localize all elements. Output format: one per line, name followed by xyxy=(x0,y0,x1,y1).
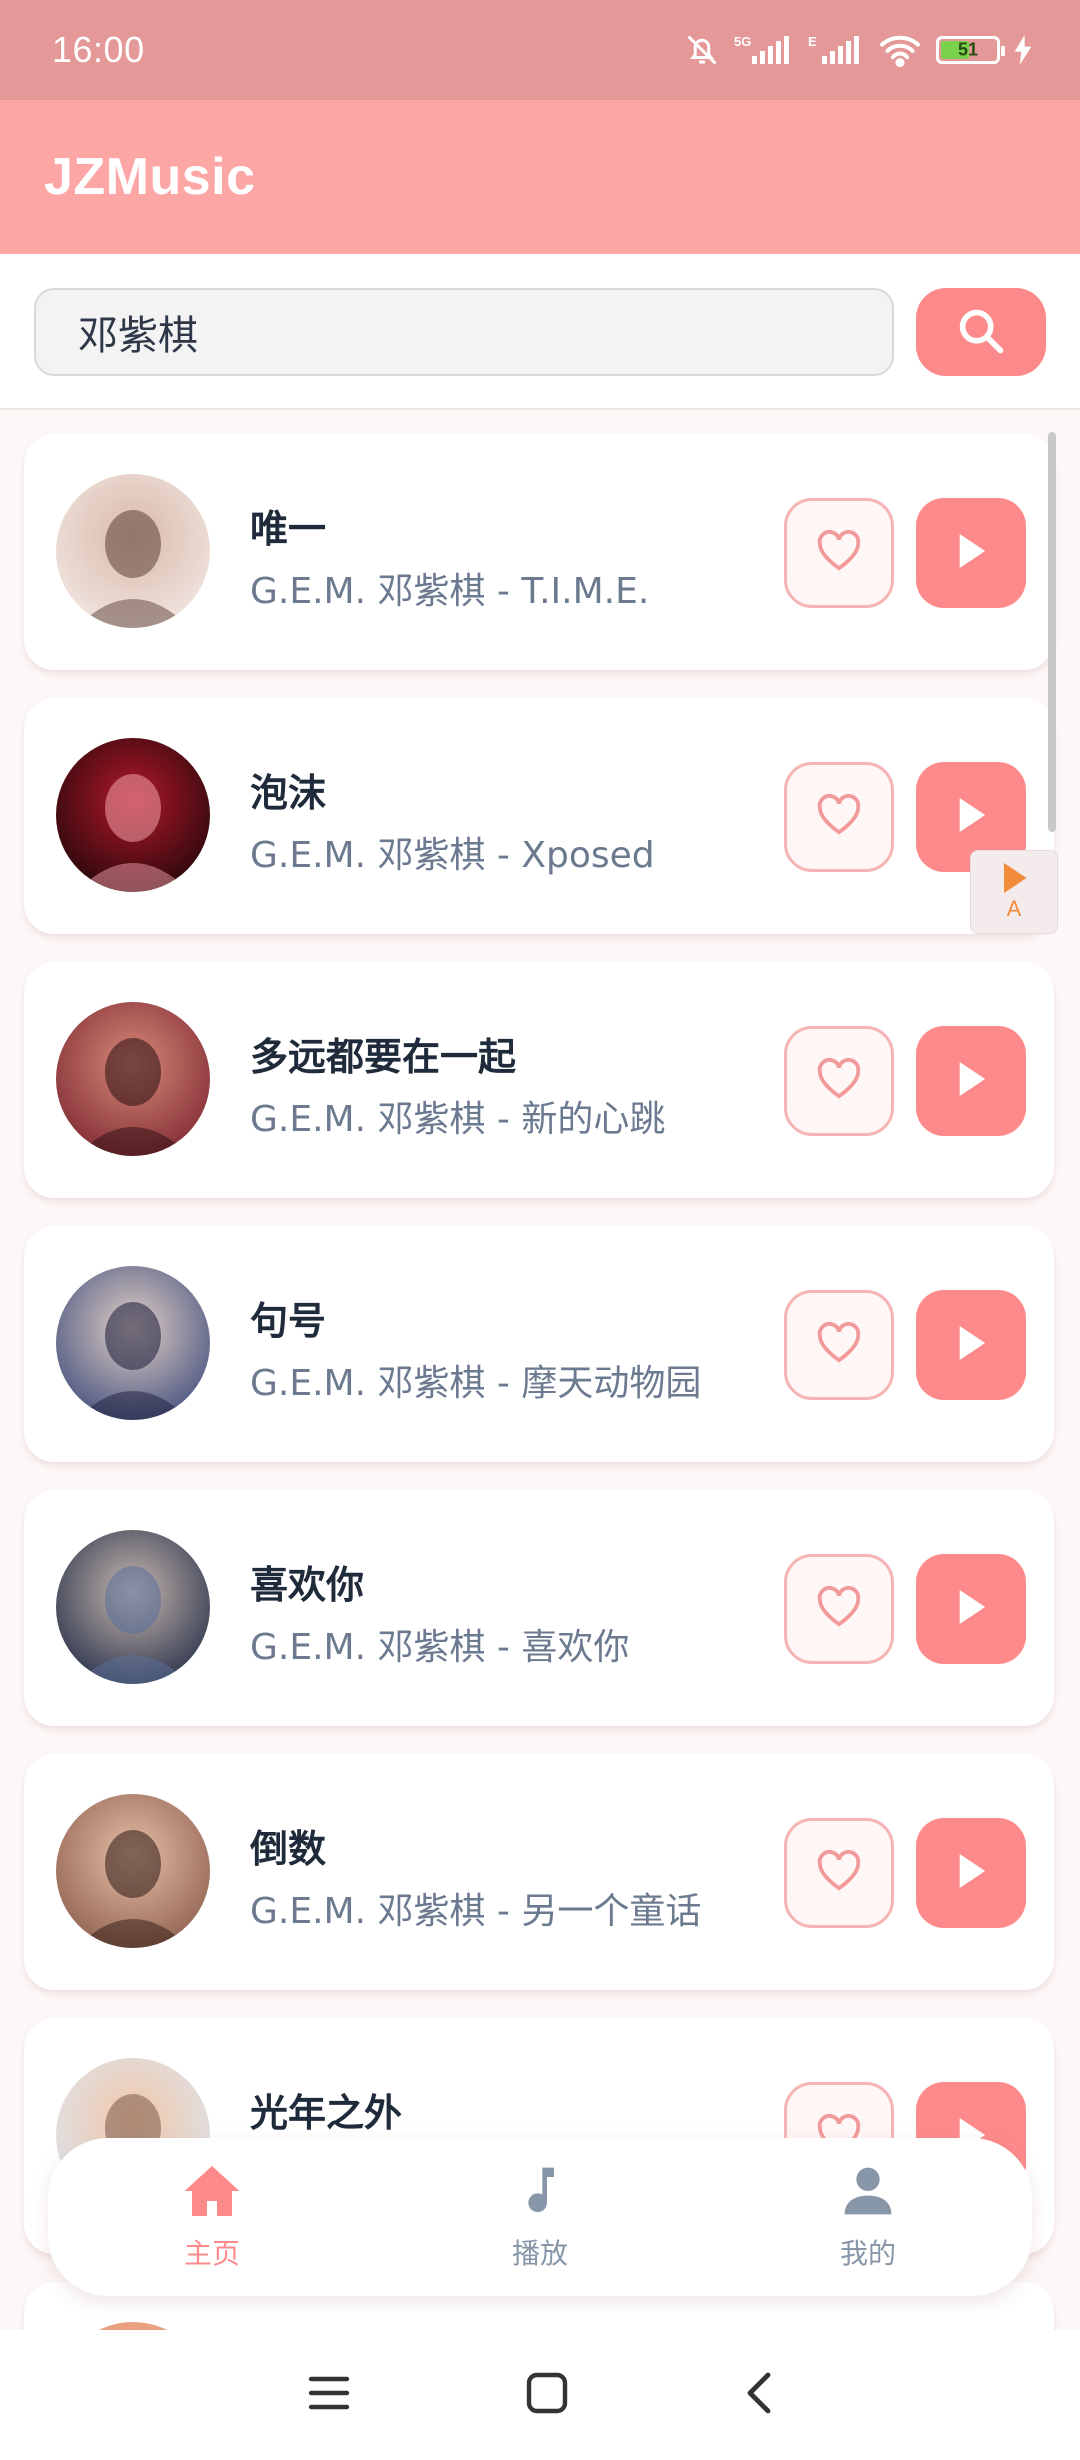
song-subtitle: G.E.M. 邓紫棋 - 新的心跳 xyxy=(250,1099,666,1140)
heart-icon xyxy=(816,793,862,841)
nav-item-mine[interactable]: 我的 xyxy=(768,2163,968,2272)
nav-label-play: 播放 xyxy=(511,2236,568,2270)
song-title: 唯一 xyxy=(250,507,327,551)
play-button[interactable] xyxy=(916,1554,1026,1664)
song-title: 光年之外 xyxy=(250,2091,403,2135)
menu-icon[interactable] xyxy=(307,2373,351,2418)
network-label: 5G xyxy=(734,34,751,49)
wifi-icon xyxy=(878,32,922,68)
song-title: 喜欢你 xyxy=(250,1563,365,1607)
play-icon xyxy=(956,797,986,837)
charging-icon xyxy=(1014,35,1032,65)
play-button[interactable] xyxy=(916,1290,1026,1400)
album-cover xyxy=(56,1266,210,1420)
song-title: 倒数 xyxy=(250,1827,327,1871)
song-subtitle: G.E.M. 邓紫棋 - 喜欢你 xyxy=(250,1627,630,1668)
play-button[interactable] xyxy=(916,1818,1026,1928)
bell-muted-icon xyxy=(684,32,720,68)
play-icon xyxy=(956,1325,986,1365)
heart-icon xyxy=(816,529,862,577)
nav-label-mine: 我的 xyxy=(839,2236,896,2270)
search-row xyxy=(0,254,1080,410)
song-list[interactable]: 唯一 G.E.M. 邓紫棋 - T.I.M.E. 泡沫 G.E.M. 邓紫棋 - Xp… xyxy=(0,410,1080,2330)
bottom-navigation: 主页 播放 我的 xyxy=(48,2138,1032,2296)
status-icons: 5G E 51 xyxy=(684,32,1032,68)
secondary-network-label: E xyxy=(808,34,817,49)
like-button[interactable] xyxy=(784,1818,894,1928)
play-button[interactable] xyxy=(916,498,1026,608)
status-bar: 16:00 5G E 51 xyxy=(0,0,1080,100)
home-square-icon[interactable] xyxy=(525,2371,569,2420)
search-icon xyxy=(955,305,1007,360)
battery-level: 51 xyxy=(957,39,979,60)
heart-icon xyxy=(816,1585,862,1633)
song-title: 句号 xyxy=(250,1299,327,1343)
song-card[interactable]: 倒数 G.E.M. 邓紫棋 - 另一个童话 xyxy=(24,1754,1054,1990)
status-time: 16:00 xyxy=(52,29,145,70)
album-cover xyxy=(56,1794,210,1948)
signal-icon: 5G xyxy=(734,32,794,68)
battery-icon: 51 xyxy=(936,36,1005,64)
heart-icon xyxy=(816,1057,862,1105)
home-icon xyxy=(182,2163,242,2224)
album-cover xyxy=(56,1002,210,1156)
song-card[interactable]: 唯一 G.E.M. 邓紫棋 - T.I.M.E. xyxy=(24,434,1054,670)
play-triangle-icon xyxy=(1000,862,1028,898)
album-cover xyxy=(56,474,210,628)
search-input[interactable] xyxy=(34,288,894,376)
play-icon xyxy=(956,1589,986,1629)
search-button[interactable] xyxy=(916,288,1046,376)
album-cover xyxy=(56,738,210,892)
song-card[interactable]: 句号 G.E.M. 邓紫棋 - 摩天动物园 xyxy=(24,1226,1054,1462)
heart-icon xyxy=(816,1321,862,1369)
nav-item-play[interactable]: 播放 xyxy=(440,2163,640,2272)
back-icon[interactable] xyxy=(743,2371,773,2420)
play-icon xyxy=(956,533,986,573)
system-navigation-bar xyxy=(0,2330,1080,2460)
song-card[interactable]: 多远都要在一起 G.E.M. 邓紫棋 - 新的心跳 xyxy=(24,962,1054,1198)
floating-assistant-widget[interactable]: A xyxy=(970,850,1058,934)
song-subtitle: G.E.M. 邓紫棋 - 摩天动物园 xyxy=(250,1363,702,1404)
album-cover xyxy=(56,2322,210,2330)
like-button[interactable] xyxy=(784,762,894,872)
app-title: JZMusic xyxy=(44,148,256,206)
like-button[interactable] xyxy=(784,498,894,608)
song-title: 多远都要在一起 xyxy=(250,1035,517,1079)
song-subtitle: G.E.M. 邓紫棋 - 另一个童话 xyxy=(250,1891,702,1932)
signal-icon: E xyxy=(808,32,864,68)
scrollbar[interactable] xyxy=(1048,432,1056,832)
play-icon xyxy=(956,1853,986,1893)
album-cover xyxy=(56,1530,210,1684)
music-note-icon xyxy=(512,2163,568,2224)
floating-widget-letter: A xyxy=(1006,895,1022,921)
nav-label-home: 主页 xyxy=(183,2236,240,2270)
user-icon xyxy=(840,2163,896,2224)
play-icon xyxy=(956,1061,986,1101)
like-button[interactable] xyxy=(784,1554,894,1664)
like-button[interactable] xyxy=(784,1026,894,1136)
song-title: 泡沫 xyxy=(250,771,327,815)
like-button[interactable] xyxy=(784,1290,894,1400)
song-card[interactable]: 泡沫 G.E.M. 邓紫棋 - Xposed xyxy=(24,698,1054,934)
song-card[interactable]: 喜欢你 G.E.M. 邓紫棋 - 喜欢你 xyxy=(24,1490,1054,1726)
heart-icon xyxy=(816,1849,862,1897)
app-bar: JZMusic xyxy=(0,100,1080,254)
nav-item-home[interactable]: 主页 xyxy=(112,2163,312,2272)
song-subtitle: G.E.M. 邓紫棋 - Xposed xyxy=(250,835,655,876)
play-button[interactable] xyxy=(916,1026,1026,1136)
song-subtitle: G.E.M. 邓紫棋 - T.I.M.E. xyxy=(250,571,650,612)
